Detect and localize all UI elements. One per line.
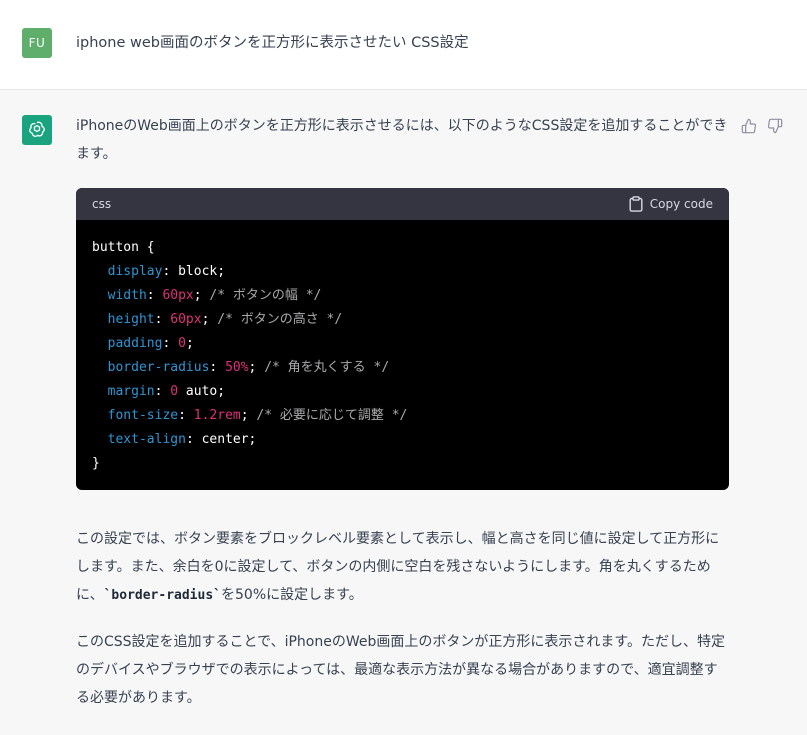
code-property: padding <box>107 336 163 351</box>
copy-code-label: Copy code <box>649 197 713 211</box>
thumbs-down-icon[interactable] <box>767 118 783 134</box>
assistant-answer: iPhoneのWeb画面上のボタンを正方形に表示させるには、以下のようなCSS設… <box>76 112 730 712</box>
user-avatar: FU <box>22 28 52 58</box>
inline-code-border-radius: `border-radius` <box>103 588 221 603</box>
code-property: display <box>107 264 163 279</box>
code-block: css Copy code button { display: block; w… <box>76 188 729 490</box>
code-language-label: css <box>92 197 112 211</box>
code-number: 0 <box>170 384 179 399</box>
code-body: button { display: block; width: 60px; /*… <box>76 220 729 490</box>
code-number: 1.2rem <box>193 408 241 423</box>
code-line: margin: 0 auto; <box>107 384 226 399</box>
openai-logo-icon <box>22 115 52 145</box>
code-line: border-radius: 50%; /* 角を丸くする */ <box>107 360 390 375</box>
code-value: block; <box>178 264 226 279</box>
code-line-open: button { <box>92 240 155 255</box>
code-value: ; <box>248 360 257 375</box>
code-comment: /* 角を丸くする */ <box>264 360 390 375</box>
code-property: text-align <box>107 432 186 447</box>
code-line: font-size: 1.2rem; /* 必要に応じて調整 */ <box>107 408 408 423</box>
code-property: border-radius <box>107 360 210 375</box>
copy-code-button[interactable]: Copy code <box>629 196 713 212</box>
code-number: 50% <box>225 360 249 375</box>
code-line-close: } <box>92 456 100 471</box>
code-property: font-size <box>107 408 179 423</box>
clipboard-icon <box>629 196 643 212</box>
code-property: height <box>107 312 155 327</box>
code-line: height: 60px; /* ボタンの高さ */ <box>107 312 343 327</box>
user-message-text: iphone web画面のボタンを正方形に表示させたい CSS設定 <box>76 35 469 51</box>
code-line: padding: 0; <box>107 336 194 351</box>
code-header: css Copy code <box>76 188 729 220</box>
code-number: 60px <box>170 312 202 327</box>
user-message-row: FU iphone web画面のボタンを正方形に表示させたい CSS設定 <box>0 0 807 90</box>
code-comment: /* 必要に応じて調整 */ <box>256 408 408 423</box>
code-line: text-align: center; <box>107 432 257 447</box>
code-line: width: 60px; /* ボタンの幅 */ <box>107 288 322 303</box>
code-value: center; <box>201 432 257 447</box>
thumbs-up-icon[interactable] <box>741 118 757 134</box>
code-number: 0 <box>178 336 186 351</box>
code-property: margin <box>107 384 155 399</box>
explanation-text-2: を50%に設定します。 <box>221 587 363 603</box>
code-value: ; <box>201 312 210 327</box>
assistant-message-row: iPhoneのWeb画面上のボタンを正方形に表示させるには、以下のようなCSS設… <box>0 90 807 735</box>
code-property: width <box>107 288 147 303</box>
code-value: ; <box>185 336 194 351</box>
code-value: auto; <box>178 384 226 399</box>
code-comment: /* ボタンの幅 */ <box>209 288 322 303</box>
code-value: ; <box>193 288 202 303</box>
code-line: display: block; <box>107 264 226 279</box>
code-number: 60px <box>162 288 194 303</box>
code-value: ; <box>240 408 249 423</box>
intro-paragraph: iPhoneのWeb画面上のボタンを正方形に表示させるには、以下のようなCSS設… <box>76 118 728 162</box>
feedback-buttons <box>741 118 783 134</box>
code-comment: /* ボタンの高さ */ <box>217 312 343 327</box>
explanation-paragraph: この設定では、ボタン要素をブロックレベル要素として表示し、幅と高さを同じ値に設定… <box>76 525 730 610</box>
conclusion-paragraph: このCSS設定を追加することで、iPhoneのWeb画面上のボタンが正方形に表示… <box>76 634 725 706</box>
